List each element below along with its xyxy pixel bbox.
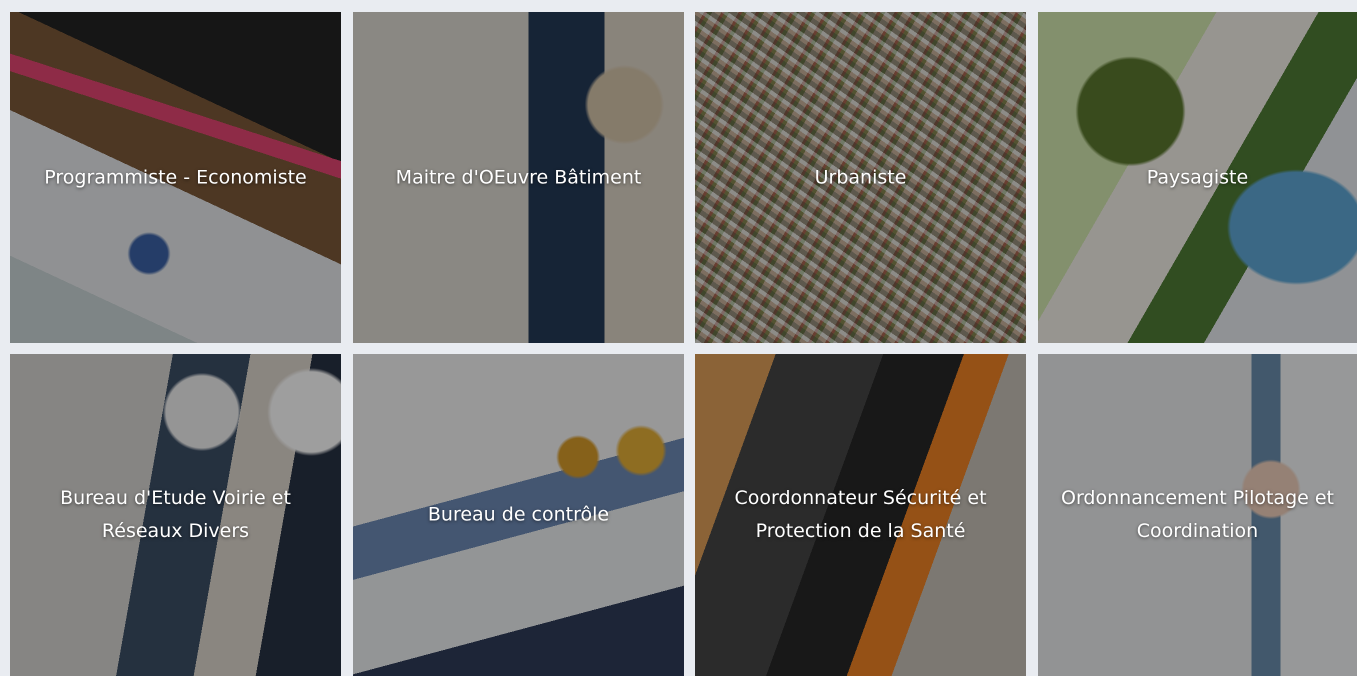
tile-title: Programmiste - Economiste <box>10 161 341 194</box>
tile-title: Bureau d'Etude Voirie et Réseaux Divers <box>10 482 341 548</box>
tile-title-line: Ordonnancement Pilotage et <box>1061 487 1334 509</box>
tile-title-line: Urbaniste <box>814 166 907 188</box>
tile-title-line: Maitre d'OEuvre Bâtiment <box>395 166 642 188</box>
tile-bureau-etude-voirie-reseaux-divers[interactable]: Bureau d'Etude Voirie et Réseaux Divers <box>10 354 341 676</box>
tile-urbaniste[interactable]: Urbaniste <box>695 12 1026 343</box>
tile-title: Maitre d'OEuvre Bâtiment <box>353 161 684 194</box>
service-tiles-grid: Programmiste - Economiste Maitre d'OEuvr… <box>0 0 1357 676</box>
tile-title: Coordonnateur Sécurité et Protection de … <box>695 482 1026 548</box>
tile-coordonnateur-securite-protection-sante[interactable]: Coordonnateur Sécurité et Protection de … <box>695 354 1026 676</box>
tile-title-line: Bureau de contrôle <box>427 503 610 526</box>
tile-title: Ordonnancement Pilotage et Coordination <box>1038 482 1357 548</box>
tile-programmiste-economiste[interactable]: Programmiste - Economiste <box>10 12 341 343</box>
tile-paysagiste[interactable]: Paysagiste <box>1038 12 1357 343</box>
tile-bureau-de-controle[interactable]: Bureau de contrôle <box>353 354 684 676</box>
tile-title-line: Programmiste - Economiste <box>44 166 307 188</box>
tile-title-line: Coordonnateur Sécurité et <box>734 487 987 509</box>
tile-title: Paysagiste <box>1038 161 1357 194</box>
tile-title-line: Paysagiste <box>1146 166 1249 188</box>
tile-maitre-oeuvre-batiment[interactable]: Maitre d'OEuvre Bâtiment <box>353 12 684 343</box>
tile-title-line: Réseaux Divers <box>101 520 250 542</box>
tile-title-line: Protection de la Santé <box>755 520 966 542</box>
tile-title: Urbaniste <box>695 161 1026 194</box>
tile-title-line: Bureau d'Etude Voirie et <box>60 487 291 509</box>
tile-title: Bureau de contrôle <box>353 499 684 532</box>
tile-title-line: Coordination <box>1136 520 1259 542</box>
tile-ordonnancement-pilotage-coordination[interactable]: Ordonnancement Pilotage et Coordination <box>1038 354 1357 676</box>
